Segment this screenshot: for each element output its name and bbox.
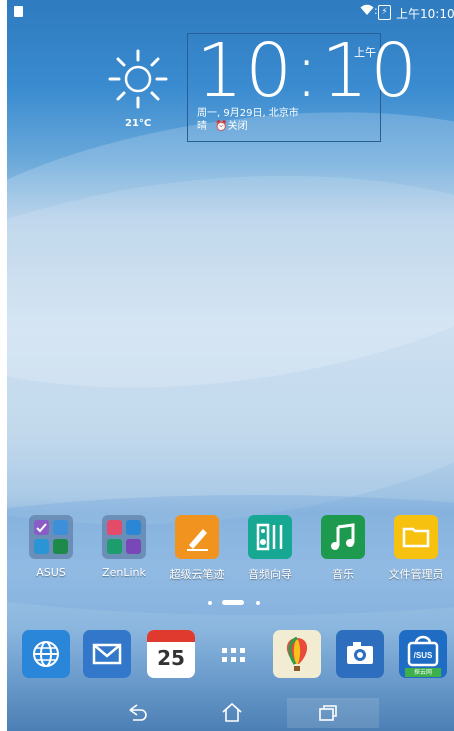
recents-icon[interactable] [317, 703, 339, 727]
camera-icon[interactable] [336, 630, 384, 678]
app-label: 音频向导 [248, 568, 292, 581]
equalizer-icon [248, 515, 292, 559]
music-note-icon [321, 515, 365, 559]
asus-store-icon[interactable]: /SUS 探云网 [399, 630, 447, 678]
weather-status: 晴 [197, 121, 207, 132]
mail-icon[interactable] [83, 630, 131, 678]
clock-ampm: 上午 [354, 46, 376, 59]
app-label: 音乐 [332, 568, 354, 581]
app-grid-icon[interactable] [210, 630, 258, 678]
folder-icon [102, 515, 146, 559]
status-bar: : ⚡ 上午10:10 [7, 0, 454, 24]
pencil-icon [175, 515, 219, 559]
store-label: 探云网 [405, 668, 441, 677]
balloon-icon[interactable] [273, 630, 321, 678]
wifi-icon [360, 4, 374, 20]
clock-time: 10:10 [196, 28, 420, 114]
battery-charging-icon: ⚡ [378, 5, 391, 20]
zenlink-folder[interactable]: ZenLink [89, 515, 159, 579]
calendar-icon[interactable]: 25 [147, 630, 195, 678]
app-label: 超级云笔迹 [169, 568, 225, 581]
app-file-manager[interactable]: 文件管理员 [381, 515, 451, 582]
app-label: ASUS [36, 566, 66, 579]
app-music[interactable]: 音乐 [308, 515, 378, 582]
sun-icon[interactable] [107, 48, 169, 110]
navigation-bar [7, 690, 454, 731]
home-icon[interactable] [220, 701, 244, 727]
clock-widget[interactable]: 10:10 上午 周一, 9月29日, 北京市 晴 ⏰关闭 [187, 28, 417, 142]
home-screen: : ⚡ 上午10:10 21°C 10:10 上午 周一, 9月29日, 北京市… [7, 0, 454, 731]
page-indicator [206, 599, 266, 607]
status-time: 上午10:10 [396, 7, 454, 21]
app-supernote[interactable]: 超级云笔迹 [162, 515, 232, 582]
page-dot [256, 601, 260, 605]
clock-status: 晴 ⏰关闭 [197, 117, 248, 132]
page-dot-active [222, 600, 244, 605]
folder-icon [29, 515, 73, 559]
temperature-label: 21°C [125, 118, 152, 129]
notification-icon [14, 6, 23, 17]
folder-icon [394, 515, 438, 559]
app-audio-wizard[interactable]: 音频向导 [235, 515, 305, 582]
browser-icon[interactable] [22, 630, 70, 678]
app-label: 文件管理员 [388, 568, 444, 581]
asus-folder[interactable]: ASUS [16, 515, 86, 579]
alarm-status: ⏰关闭 [215, 121, 248, 132]
back-icon[interactable] [125, 702, 149, 728]
svg-text:/SUS: /SUS [414, 651, 433, 660]
calendar-header [147, 630, 195, 642]
calendar-day: 25 [157, 646, 185, 670]
page-dot [208, 601, 212, 605]
app-label: ZenLink [102, 566, 146, 579]
